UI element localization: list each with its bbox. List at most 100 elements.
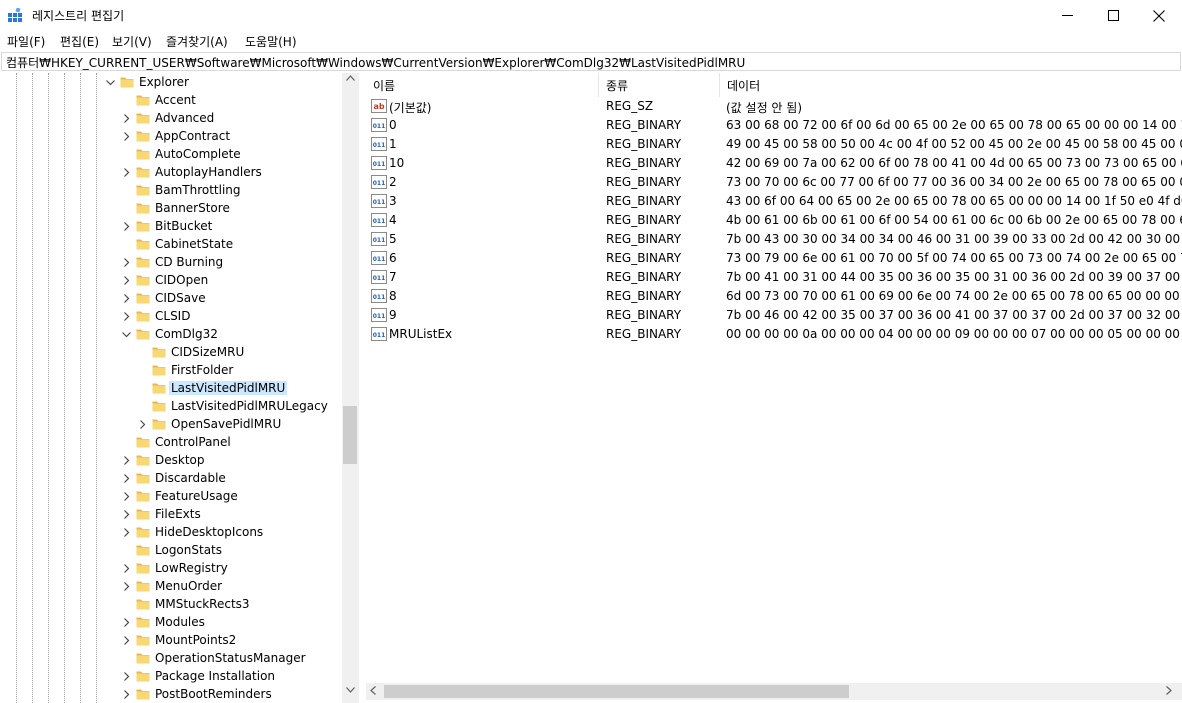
minimize-button[interactable] (1044, 0, 1090, 31)
tree-item[interactable]: ControlPanel (0, 434, 342, 452)
chevron-right-icon[interactable] (121, 131, 132, 142)
value-name: 1 (389, 137, 397, 151)
menu-help[interactable]: 도움말(H) (245, 33, 297, 50)
value-row[interactable]: 011 9 REG_BINARY 7b 00 46 00 42 00 35 00 37… (366, 306, 1182, 325)
chevron-right-icon[interactable] (121, 455, 132, 466)
value-row[interactable]: 011 0 REG_BINARY 63 00 68 00 72 00 6f 00 6d… (366, 116, 1182, 135)
value-row[interactable]: 011 10 REG_BINARY 42 00 69 00 7a 00 62 00 6… (366, 154, 1182, 173)
chevron-right-icon[interactable] (121, 689, 132, 700)
chevron-right-icon[interactable] (121, 473, 132, 484)
chevron-right-icon[interactable] (121, 671, 132, 682)
tree-item[interactable]: MenuOrder (0, 578, 342, 596)
tree-item[interactable]: CIDSave (0, 290, 342, 308)
tree-item[interactable]: FeatureUsage (0, 488, 342, 506)
chevron-right-icon[interactable] (121, 617, 132, 628)
menu-favorites[interactable]: 즐겨찾기(A) (166, 33, 228, 50)
key-tree-pane[interactable]: Explorer Accent Advanced AppContract AutoCom… (0, 73, 342, 703)
tree-item[interactable]: BannerStore (0, 200, 342, 218)
tree-item[interactable]: AutoplayHandlers (0, 164, 342, 182)
column-header-type[interactable]: 종류 (599, 73, 719, 97)
chevron-right-icon[interactable] (121, 311, 132, 322)
tree-item[interactable]: Discardable (0, 470, 342, 488)
value-row[interactable]: 011 5 REG_BINARY 7b 00 43 00 30 00 34 00 34… (366, 230, 1182, 249)
tree-item[interactable]: Modules (0, 614, 342, 632)
tree-item[interactable]: Explorer (0, 74, 342, 92)
scroll-down-icon[interactable] (346, 687, 355, 693)
address-bar[interactable]: 컴퓨터₩HKEY_CURRENT_USER₩Software₩Microsoft… (1, 52, 1181, 71)
tree-item[interactable]: HideDesktopIcons (0, 524, 342, 542)
tree-item[interactable]: CabinetState (0, 236, 342, 254)
chevron-right-icon[interactable] (121, 635, 132, 646)
tree-item[interactable]: FirstFolder (0, 362, 342, 380)
value-row[interactable]: 011 2 REG_BINARY 73 00 70 00 6c 00 77 00 6f… (366, 173, 1182, 192)
tree-item[interactable]: LastVisitedPidlMRU (0, 380, 342, 398)
tree-item[interactable]: AppContract (0, 128, 342, 146)
tree-item[interactable]: MountPoints2 (0, 632, 342, 650)
menu-edit[interactable]: 편집(E) (60, 33, 99, 50)
tree-item[interactable]: FileExts (0, 506, 342, 524)
chevron-right-icon[interactable] (121, 113, 132, 124)
scroll-right-icon[interactable] (1166, 686, 1172, 695)
chevron-right-icon[interactable] (121, 509, 132, 520)
chevron-right-icon[interactable] (121, 221, 132, 232)
values-scroll-thumb[interactable] (384, 685, 849, 698)
value-row[interactable]: 011 8 REG_BINARY 6d 00 73 00 70 00 61 00 69… (366, 287, 1182, 306)
binary-value-icon: 011 (371, 327, 387, 341)
chevron-right-icon[interactable] (121, 293, 132, 304)
value-name: 9 (389, 308, 397, 322)
tree-item[interactable]: MMStuckRects3 (0, 596, 342, 614)
menu-file[interactable]: 파일(F) (7, 33, 45, 50)
value-data: 7b 00 46 00 42 00 35 00 37 00 36 00 41 0… (726, 308, 1182, 322)
tree-item[interactable]: LogonStats (0, 542, 342, 560)
value-row[interactable]: 011 1 REG_BINARY 49 00 45 00 58 00 50 00 4c… (366, 135, 1182, 154)
value-row[interactable]: 011 MRUListEx REG_BINARY 00 00 00 00 0a 00 … (366, 325, 1182, 344)
tree-vertical-scrollbar[interactable] (342, 73, 359, 703)
tree-scroll-thumb[interactable] (343, 406, 357, 464)
tree-item[interactable]: BamThrottling (0, 182, 342, 200)
column-header-data[interactable]: 데이터 (720, 73, 1182, 97)
value-row[interactable]: ab (기본값) REG_SZ (값 설정 안 됨) (366, 97, 1182, 116)
tree-item[interactable]: CLSID (0, 308, 342, 326)
chevron-right-icon[interactable] (121, 581, 132, 592)
tree-item[interactable]: OpenSavePidlMRU (0, 416, 342, 434)
chevron-right-icon[interactable] (121, 563, 132, 574)
tree-item[interactable]: PostBootReminders (0, 686, 342, 703)
tree-item[interactable]: LastVisitedPidlMRULegacy (0, 398, 342, 416)
value-row[interactable]: 011 6 REG_BINARY 73 00 79 00 6e 00 61 00 70… (366, 249, 1182, 268)
tree-item[interactable]: LowRegistry (0, 560, 342, 578)
tree-item[interactable]: CD Burning (0, 254, 342, 272)
value-row[interactable]: 011 7 REG_BINARY 7b 00 41 00 31 00 44 00 35… (366, 268, 1182, 287)
tree-item-label: Discardable (155, 471, 226, 485)
chevron-right-icon[interactable] (121, 491, 132, 502)
column-header-name[interactable]: 이름 (366, 73, 598, 97)
chevron-right-icon[interactable] (121, 275, 132, 286)
tree-item[interactable]: Accent (0, 92, 342, 110)
tree-item[interactable]: ComDlg32 (0, 326, 342, 344)
tree-item[interactable]: Advanced (0, 110, 342, 128)
menu-view[interactable]: 보기(V) (112, 33, 152, 50)
tree-item[interactable]: CIDSizeMRU (0, 344, 342, 362)
tree-item[interactable]: AutoComplete (0, 146, 342, 164)
close-button[interactable] (1136, 0, 1182, 31)
tree-item[interactable]: BitBucket (0, 218, 342, 236)
values-horizontal-scrollbar[interactable] (366, 683, 1182, 700)
chevron-right-icon[interactable] (121, 167, 132, 178)
tree-item[interactable]: Desktop (0, 452, 342, 470)
scroll-up-icon[interactable] (346, 75, 355, 81)
value-row[interactable]: 011 4 REG_BINARY 4b 00 61 00 6b 00 61 00 6f… (366, 211, 1182, 230)
value-row[interactable]: 011 3 REG_BINARY 43 00 6f 00 64 00 65 00 2e… (366, 192, 1182, 211)
chevron-down-icon[interactable] (121, 329, 132, 340)
chevron-right-icon[interactable] (137, 419, 148, 430)
tree-item[interactable]: CIDOpen (0, 272, 342, 290)
chevron-right-icon[interactable] (121, 257, 132, 268)
chevron-right-icon[interactable] (121, 527, 132, 538)
maximize-button[interactable] (1090, 0, 1136, 31)
tree-item-label: MenuOrder (155, 579, 223, 593)
values-list[interactable]: 이름 종류 데이터 ab (기본값) REG_SZ (값 설정 안 됨) 011 0 REG… (366, 73, 1182, 683)
tree-item-label: BannerStore (155, 201, 230, 215)
value-data: 43 00 6f 00 64 00 65 00 2e 00 65 00 78 0… (726, 194, 1182, 208)
chevron-down-icon[interactable] (105, 77, 116, 88)
scroll-left-icon[interactable] (370, 686, 376, 695)
tree-item[interactable]: OperationStatusManager (0, 650, 342, 668)
tree-item[interactable]: Package Installation (0, 668, 342, 686)
